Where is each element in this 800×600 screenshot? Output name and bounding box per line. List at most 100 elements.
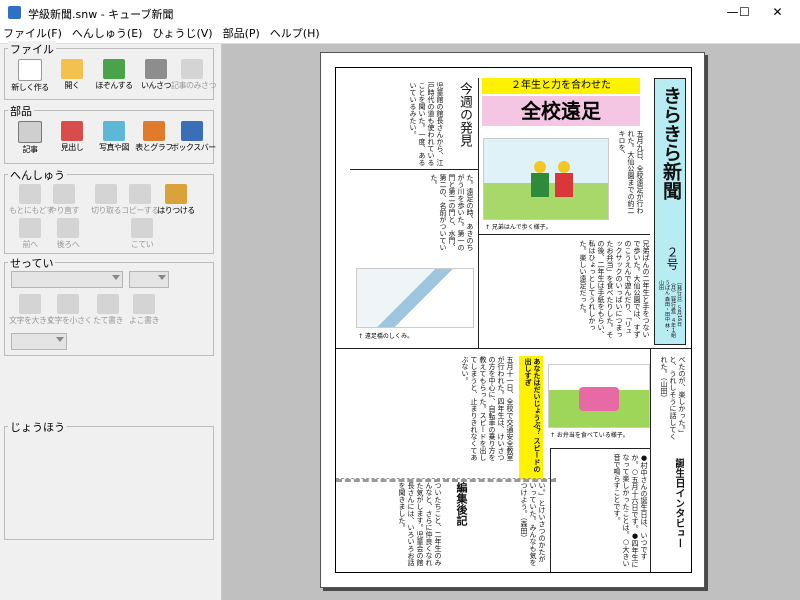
new-button[interactable]: 新しく作る [9, 56, 51, 94]
headline-button[interactable]: 見出し [51, 118, 93, 156]
paste-icon [165, 184, 187, 204]
font-larger-label: 文字を大きく [9, 316, 55, 325]
info-group: じょうほう [4, 419, 214, 540]
parts-group-label: 部品 [8, 103, 34, 119]
menu-view[interactable]: ひょうじ(V) [149, 25, 219, 43]
file-group: ファイル 新しく作る 開く ほぞんする いんさつ 記事のみさつ [4, 41, 217, 100]
info-group-label: じょうほう [8, 419, 67, 435]
printer-icon [145, 59, 167, 79]
copy-icon [129, 184, 151, 204]
menu-edit[interactable]: へんしゅう(E) [69, 25, 150, 43]
font-select[interactable] [11, 271, 123, 288]
photo-bridge[interactable] [356, 268, 474, 328]
divider [478, 234, 650, 235]
article-button-label: 記事 [22, 145, 39, 154]
photo-button-label: 写真や図 [99, 143, 130, 152]
font-smaller-icon [57, 294, 79, 314]
redo-button[interactable]: やり直す [43, 181, 85, 219]
open-button-label: 開く [64, 81, 81, 90]
chart-icon [143, 121, 165, 141]
article-icon [18, 121, 42, 143]
open-button[interactable]: 開く [51, 56, 93, 94]
menu-bar: ファイル(F) へんしゅう(E) ひょうじ(V) 部品(P) ヘルプ(H) [0, 25, 800, 44]
send-backward-button[interactable]: 後ろへ [47, 215, 89, 253]
divider [350, 169, 478, 170]
print-article-icon [181, 59, 203, 79]
chart-button-label: 表とグラフ [135, 143, 173, 152]
editor-text: ついたちこと、二年生のみんなと、さらに仲良くなれた気がします。児童会の館長さんに… [398, 482, 442, 566]
save-button-label: ほぞんする [95, 81, 133, 90]
picnic-group [579, 387, 619, 411]
child-body [555, 173, 573, 197]
paste-button[interactable]: はりつける [155, 181, 197, 219]
pin-button[interactable]: こてい [121, 215, 163, 253]
undo-icon [19, 184, 41, 204]
chart-button[interactable]: 表とグラフ [133, 118, 175, 156]
photo-walking-children[interactable] [483, 138, 609, 220]
parts-group: 部品 記事 見出し 写真や図 表とグラフ ボックスバー [4, 103, 216, 164]
settings-group: せってい 文字を大きく 文字を小さく たて書き よこ書き [4, 255, 214, 356]
menu-help[interactable]: ヘルプ(H) [267, 25, 327, 43]
font-larger-icon [19, 294, 41, 314]
article-button[interactable]: 記事 [9, 118, 51, 156]
speed-title: あなたはだいじょうぶ？ スピードの出しすぎ [524, 358, 541, 473]
misc2-text: い。」とけいさつのかたがいっていた。みんなも気をつけよう。（森田） [520, 482, 546, 566]
send-backward-label: 後ろへ [56, 240, 80, 249]
color-select[interactable] [11, 333, 67, 350]
newspaper-page[interactable]: きらきら新聞 ２号 ［発行日］５月16日（月）［発行者］４年１組うぱん 森田・田… [320, 52, 705, 588]
menu-parts[interactable]: 部品(P) [220, 25, 267, 43]
bring-forward-button[interactable]: 前へ [9, 215, 51, 253]
chevron-down-icon [112, 275, 120, 280]
photo2-caption: ↑ 遠足橋のしくみ。 [358, 333, 414, 340]
photo-lunch[interactable] [548, 364, 650, 428]
child-hat [558, 161, 570, 173]
child-hat [534, 161, 546, 173]
headline-button-label: 見出し [60, 143, 84, 152]
font-smaller-button[interactable]: 文字を小さく [47, 291, 93, 329]
child-body [531, 173, 549, 197]
horizontal-writing-label: よこ書き [129, 316, 160, 325]
send-backward-icon [57, 218, 79, 238]
newspaper-title: きらきら新聞 [660, 86, 682, 200]
print-article-label: 記事のみさつ [171, 81, 217, 90]
edit-group: へんしゅう もとにもどす やり直す 切り取る コピーする はりつける 前へ 後ろ… [4, 167, 214, 254]
divider [478, 78, 479, 348]
cut-icon [95, 184, 117, 204]
file-group-label: ファイル [8, 41, 56, 57]
boxbar-icon [181, 121, 203, 141]
font-size-select[interactable] [129, 271, 169, 288]
photo3-caption: ↑ お弁当を食べている様子。 [550, 432, 629, 439]
horizontal-writing-icon [133, 294, 155, 314]
font-larger-button[interactable]: 文字を大きく [9, 291, 55, 329]
boxbar-button[interactable]: ボックスバー [171, 118, 216, 156]
print-article-button[interactable]: 記事のみさつ [171, 56, 217, 94]
divider [550, 448, 650, 449]
photo-icon [103, 121, 125, 141]
tool-panel: ファイル 新しく作る 開く ほぞんする いんさつ 記事のみさつ 部品 記事 見出… [0, 41, 222, 600]
app-icon [8, 6, 21, 19]
pin-icon [131, 218, 153, 238]
bring-forward-label: 前へ [22, 240, 39, 249]
horizontal-writing-button[interactable]: よこ書き [123, 291, 165, 329]
issue-number: ２号 [665, 246, 679, 270]
divider [650, 348, 651, 572]
font-smaller-label: 文字を小さく [47, 316, 93, 325]
save-icon [103, 59, 125, 79]
chevron-down-icon [56, 337, 64, 342]
redo-icon [53, 184, 75, 204]
vertical-writing-icon [97, 294, 119, 314]
weekly-title: 今週の発見 [457, 82, 472, 147]
title-bar: 学級新聞.snw - キューブ新聞 — ☐ ✕ [0, 0, 800, 26]
photo1-caption: ↑ 兄弟はんで歩く様子。 [485, 224, 552, 231]
photo-button[interactable]: 写真や図 [93, 118, 135, 156]
weekly-text-2: た。遠足の時、あきのちがう川を歩いた。第一の門と第二の門と、水門、第二の、名前が… [430, 174, 474, 251]
misc-text: べたのが、楽しかった。」と、うれしそうに話してくれた。（山田） [660, 356, 686, 440]
speed-text: 五月十一日、全校で交通安全教室が行われた。四年生は、けいさつの方を中心に、自転車… [461, 356, 514, 461]
boxbar-button-label: ボックスバー [171, 143, 216, 152]
close-button[interactable]: ✕ [755, 0, 800, 25]
save-button[interactable]: ほぞんする [93, 56, 135, 94]
interview-title: 誕生日インタビュー [673, 458, 684, 548]
divider [336, 348, 691, 349]
canvas-area[interactable]: きらきら新聞 ２号 ［発行日］５月16日（月）［発行者］４年１組うぱん 森田・田… [222, 44, 800, 600]
headline-main: 全校遠足 [482, 96, 640, 126]
